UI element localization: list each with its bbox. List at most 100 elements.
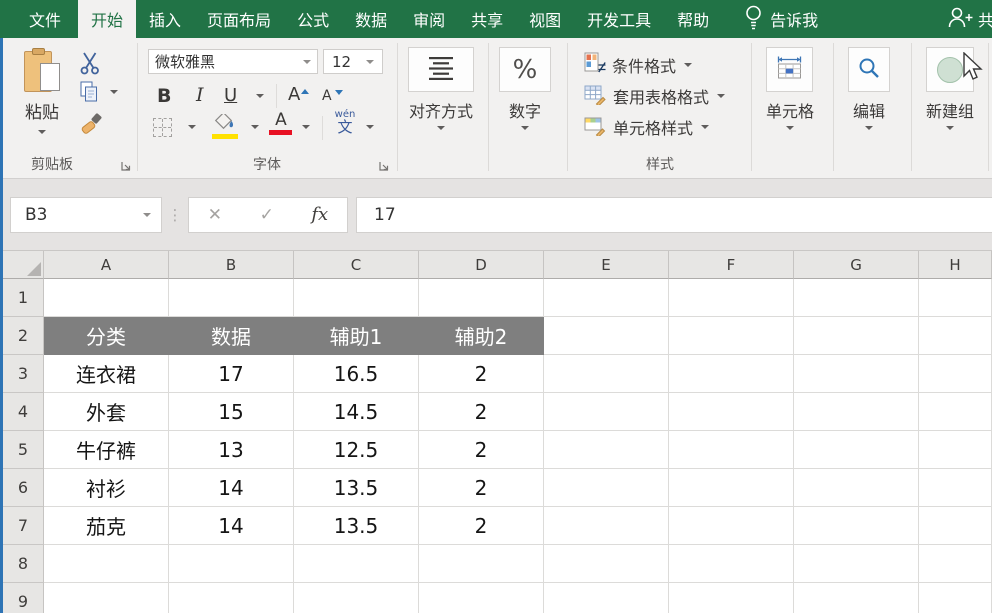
underline-dropdown-icon[interactable] (256, 94, 264, 98)
select-all-corner[interactable] (3, 251, 44, 279)
column-header-g[interactable]: G (794, 251, 919, 279)
italic-button[interactable]: I (196, 84, 204, 106)
cell[interactable] (419, 545, 544, 583)
cell[interactable] (669, 279, 794, 317)
cell[interactable] (669, 317, 794, 355)
cell[interactable] (169, 583, 294, 613)
cell[interactable] (544, 355, 669, 393)
data-cell[interactable]: 2 (419, 393, 544, 431)
row-header-7[interactable]: 7 (3, 507, 44, 545)
clipboard-dialog-launcher-icon[interactable] (120, 157, 132, 176)
tab-formulas[interactable]: 公式 (284, 0, 342, 38)
font-color-button[interactable]: A (269, 112, 293, 135)
row-header-6[interactable]: 6 (3, 469, 44, 507)
font-name-select[interactable]: 微软雅黑 (148, 49, 318, 74)
data-cell[interactable]: 外套 (44, 393, 169, 431)
cell[interactable] (169, 545, 294, 583)
editing-dropdown-icon[interactable] (865, 126, 873, 130)
tab-page-layout[interactable]: 页面布局 (194, 0, 284, 38)
cell[interactable] (919, 317, 992, 355)
data-cell[interactable]: 17 (169, 355, 294, 393)
data-cell[interactable]: 13.5 (294, 469, 419, 507)
data-cell[interactable]: 2 (419, 469, 544, 507)
cell[interactable] (294, 545, 419, 583)
borders-dropdown-icon[interactable] (188, 125, 196, 129)
cell[interactable] (794, 583, 919, 613)
data-cell[interactable]: 15 (169, 393, 294, 431)
data-cell[interactable]: 14 (169, 507, 294, 545)
insert-function-icon[interactable]: fx (311, 204, 328, 225)
data-cell[interactable]: 牛仔裤 (44, 431, 169, 469)
data-cell[interactable]: 茄克 (44, 507, 169, 545)
data-cell[interactable]: 16.5 (294, 355, 419, 393)
data-cell[interactable]: 2 (419, 355, 544, 393)
number-format-button[interactable]: % (499, 47, 551, 92)
editing-button[interactable] (848, 47, 890, 92)
column-header-h[interactable]: H (919, 251, 992, 279)
cell[interactable] (544, 583, 669, 613)
row-header-5[interactable]: 5 (3, 431, 44, 469)
number-dropdown-icon[interactable] (521, 126, 529, 130)
column-header-e[interactable]: E (544, 251, 669, 279)
cell[interactable] (669, 393, 794, 431)
cancel-icon[interactable]: ✕ (208, 205, 222, 225)
cell[interactable] (44, 583, 169, 613)
cells-button[interactable] (766, 47, 813, 92)
column-header-f[interactable]: F (669, 251, 794, 279)
grow-font-button[interactable]: A (288, 84, 300, 105)
new-group-dropdown-icon[interactable] (946, 126, 954, 130)
cell[interactable] (669, 469, 794, 507)
row-header-1[interactable]: 1 (3, 279, 44, 317)
cell[interactable] (794, 317, 919, 355)
tab-data[interactable]: 数据 (342, 0, 400, 38)
font-color-dropdown-icon[interactable] (302, 125, 310, 129)
cell[interactable] (294, 583, 419, 613)
copy-button[interactable] (80, 81, 99, 107)
tab-file[interactable]: 文件 (12, 0, 78, 38)
data-cell[interactable]: 14.5 (294, 393, 419, 431)
cell[interactable] (919, 507, 992, 545)
row-header-3[interactable]: 3 (3, 355, 44, 393)
fill-color-dropdown-icon[interactable] (251, 125, 259, 129)
column-header-c[interactable]: C (294, 251, 419, 279)
table-header-cell[interactable]: 分类 (44, 317, 169, 355)
tab-home[interactable]: 开始 (78, 0, 136, 38)
formula-input[interactable]: 17 (356, 197, 992, 233)
cell[interactable] (919, 393, 992, 431)
underline-button[interactable]: U (224, 85, 237, 106)
row-header-2[interactable]: 2 (3, 317, 44, 355)
share-button[interactable]: 共享 (946, 0, 992, 38)
alignment-dropdown-icon[interactable] (437, 126, 445, 130)
cell[interactable] (669, 545, 794, 583)
column-header-b[interactable]: B (169, 251, 294, 279)
font-size-select[interactable]: 12 (323, 49, 383, 74)
bold-button[interactable]: B (157, 85, 171, 107)
cell[interactable] (919, 279, 992, 317)
table-header-cell[interactable]: 数据 (169, 317, 294, 355)
cell[interactable] (794, 355, 919, 393)
format-painter-button[interactable] (80, 113, 104, 141)
cell[interactable] (44, 279, 169, 317)
cell[interactable] (544, 317, 669, 355)
cell[interactable] (919, 545, 992, 583)
phonetic-guide-button[interactable]: wén 文 (332, 110, 358, 135)
table-header-cell[interactable]: 辅助2 (419, 317, 544, 355)
tell-me-box[interactable]: 告诉我 (740, 0, 822, 38)
column-header-a[interactable]: A (44, 251, 169, 279)
cells-dropdown-icon[interactable] (786, 126, 794, 130)
data-cell[interactable]: 14 (169, 469, 294, 507)
chevron-down-icon[interactable] (143, 213, 151, 217)
row-header-4[interactable]: 4 (3, 393, 44, 431)
cell[interactable] (669, 583, 794, 613)
cell[interactable] (794, 431, 919, 469)
data-cell[interactable]: 2 (419, 431, 544, 469)
cell[interactable] (794, 545, 919, 583)
cell[interactable] (544, 393, 669, 431)
data-cell[interactable]: 2 (419, 507, 544, 545)
shrink-font-button[interactable]: A (322, 88, 332, 104)
tab-review[interactable]: 审阅 (400, 0, 458, 38)
cell[interactable] (544, 545, 669, 583)
cell-styles-button[interactable]: 单元格样式 (584, 114, 709, 140)
data-cell[interactable]: 13 (169, 431, 294, 469)
paste-button[interactable]: 粘贴 (13, 48, 71, 134)
